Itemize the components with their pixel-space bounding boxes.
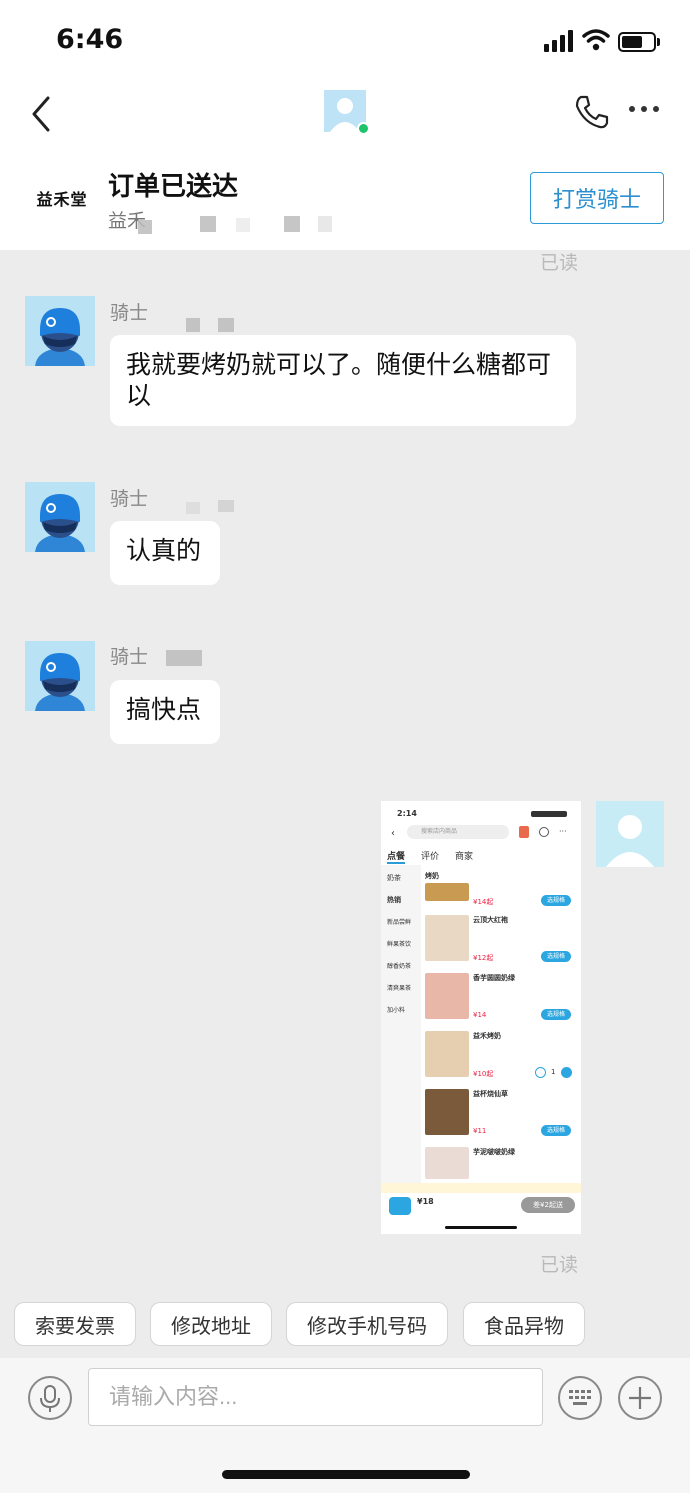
plus-icon [629,1387,651,1409]
phone-call-button[interactable] [572,92,612,132]
thumb-menu-item: 加小料 [387,1007,406,1014]
redacted-block [186,502,200,514]
rider-avatar[interactable] [25,482,95,552]
battery-icon [618,32,656,52]
rider-helmet-icon [35,308,85,366]
dot-icon [629,106,635,112]
sender-name: 骑士 [110,302,149,324]
thumb-search-bar: 搜索店内商品 [407,825,509,839]
quick-reply-invoice[interactable]: 索要发票 [14,1302,136,1346]
bottom-safe-area [0,1438,690,1493]
home-indicator[interactable] [222,1470,470,1479]
add-attachment-button[interactable] [618,1376,662,1420]
message-bubble[interactable]: 搞快点 [110,680,220,744]
redacted-block [318,216,332,232]
sent-screenshot-image[interactable]: 2:14 ‹ 搜索店内商品 ··· 点餐 评价 商家 奶茶 热销 新品尝鲜 鲜果… [381,801,581,1234]
thumb-menu-item: 醇香奶茶 [387,963,412,970]
order-status-card[interactable]: 益禾堂 订单已送达 益禾 打赏骑士 [0,150,690,250]
thumb-tab-reviews: 评价 [421,852,440,862]
redacted-block [138,220,152,234]
status-bar: 6:46 [0,0,690,80]
redacted-block [200,216,216,232]
read-receipt: 已读 [540,1254,579,1276]
redacted-block [284,216,300,232]
thumb-product-row: 香芋圆圆奶绿 ¥14 选规格 [425,973,575,1025]
redacted-block [186,318,200,332]
more-options-button[interactable] [624,94,664,124]
thumb-menu-item: 热销 [387,896,401,904]
rider-avatar[interactable] [25,296,95,366]
thumb-menu-item: 新品尝鲜 [387,919,412,926]
thumb-cart-bar: ¥18 差¥2起送 [381,1193,581,1221]
thumb-product-row: 烤奶 ¥14起 选规格 [425,869,575,909]
thumb-product-row: 益禾烤奶 ¥10起 1 [425,1031,575,1083]
thumb-product-row: 芋泥啵啵奶绿 [425,1147,575,1181]
quick-reply-address[interactable]: 修改地址 [150,1302,272,1346]
rider-helmet-icon [35,494,85,552]
sender-name: 骑士 [110,488,149,510]
thumb-favorite-icon [539,827,549,837]
thumb-product-row: 云顶大红袍 ¥12起 选规格 [425,915,575,967]
redacted-block [218,500,234,512]
thumb-product-row: 益杯烧仙草 ¥11 选规格 [425,1089,575,1141]
reward-rider-button[interactable]: 打赏骑士 [530,172,664,224]
thumb-tab-store: 商家 [455,852,474,862]
back-button[interactable] [24,90,64,138]
message-bubble[interactable]: 认真的 [110,521,220,585]
quick-reply-foreign-object[interactable]: 食品异物 [463,1302,585,1346]
dot-icon [653,106,659,112]
microphone-icon [40,1385,60,1412]
thumb-menu-item: 鲜果茶饮 [387,941,412,948]
status-time: 6:46 [56,24,124,55]
store-logo: 益禾堂 [36,190,88,209]
self-avatar[interactable] [596,801,664,867]
rider-avatar[interactable] [25,641,95,711]
thumb-menu-item: 奶茶 [387,874,401,882]
redacted-block [166,650,202,666]
thumb-menu-item: 清爽果茶 [387,985,412,992]
message-input[interactable] [88,1368,543,1426]
thumb-tab-order: 点餐 [387,849,406,864]
thumb-status-icons [531,811,567,817]
nav-bar [0,80,690,150]
thumb-more-icon: ··· [559,827,567,836]
rider-helmet-icon [35,653,85,711]
quick-reply-row: 索要发票 修改地址 修改手机号码 食品异物 [0,1302,690,1350]
redacted-block [236,218,250,232]
order-status-title: 订单已送达 [108,172,239,202]
redacted-block [218,318,234,332]
wifi-icon [582,29,610,51]
battery-cap [657,38,660,46]
thumb-time: 2:14 [397,809,417,818]
thumb-cart-icon [389,1197,411,1215]
thumb-side-menu: 奶茶 热销 新品尝鲜 鲜果茶饮 醇香奶茶 清爽果茶 加小料 [381,865,421,1183]
read-receipt: 已读 [540,252,579,274]
quick-reply-phone[interactable]: 修改手机号码 [286,1302,448,1346]
message-bubble[interactable]: 我就要烤奶就可以了。随便什么糖都可以 [110,335,576,426]
thumb-coupon-icon [519,826,529,838]
input-bar [0,1358,690,1438]
voice-input-button[interactable] [28,1376,72,1420]
signal-icon [544,30,574,52]
online-status-dot [357,122,370,135]
user-silhouette-icon [606,815,654,867]
thumb-back-icon: ‹ [391,828,395,839]
keyboard-icon [569,1390,591,1405]
thumb-promo-bar [381,1183,581,1193]
dot-icon [641,106,647,112]
keyboard-button[interactable] [558,1376,602,1420]
sender-name: 骑士 [110,646,149,668]
thumb-home-indicator [445,1226,517,1229]
